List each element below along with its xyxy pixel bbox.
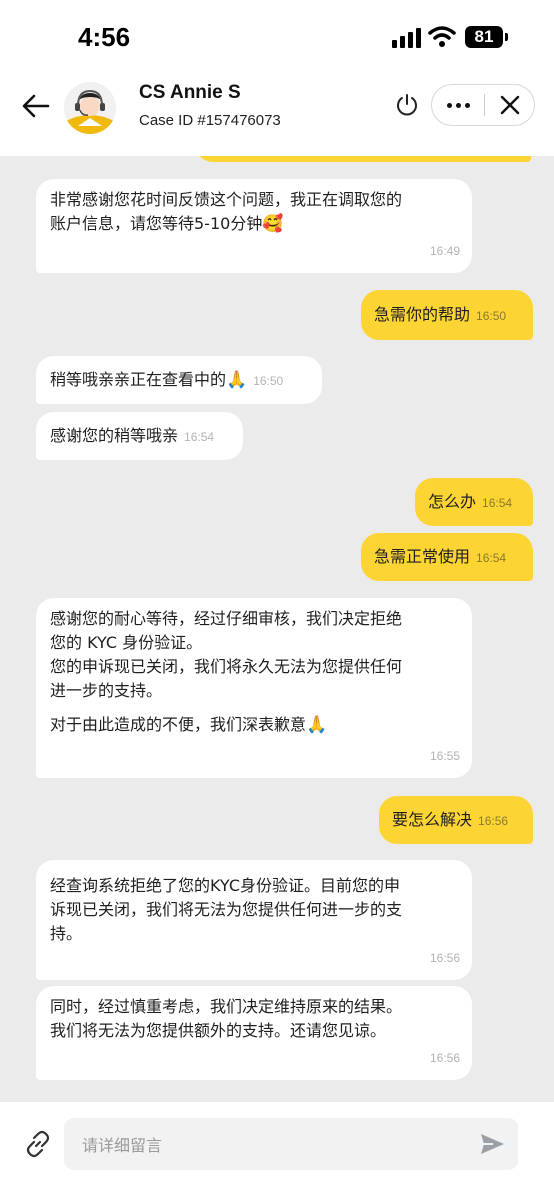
message-text: 非常感谢您花时间反馈这个问题，我正在调取您的 账户信息，请您等待5-10分钟 — [50, 190, 403, 233]
message-text: 感谢您的稍等哦亲 — [50, 426, 179, 445]
input-bar: 请详细留言 — [0, 1102, 554, 1200]
message-input[interactable]: 请详细留言 — [64, 1118, 518, 1170]
message-text: 对于由此造成的不便，我们深表歉意 — [50, 715, 307, 734]
message-text: 经查询系统拒绝了您的KYC身份验证。目前您的申 诉现已关闭，我们将无法为您提供任… — [50, 876, 403, 943]
case-id: Case ID #157476073 — [139, 112, 281, 129]
wifi-icon — [428, 26, 456, 47]
message-text: 急需你的帮助 — [374, 305, 471, 324]
smiling-face-hearts-emoji: 🥰 — [262, 214, 284, 234]
agent-message: 非常感谢您花时间反馈这个问题，我正在调取您的 账户信息，请您等待5-10分钟🥰 … — [36, 179, 472, 273]
user-message: 怎么办 16:54 — [415, 478, 533, 526]
agent-name: CS Annie S — [139, 82, 241, 103]
message-text: 怎么办 — [428, 492, 477, 511]
message-time: 16:56 — [429, 951, 460, 965]
message-time: 16:54 — [476, 551, 507, 565]
message-text: 同时，经过慎重考虑，我们决定维持原来的结果。 我们将无法为您提供额外的支持。还请… — [50, 997, 403, 1040]
message-text: 稍等哦亲亲正在查看中的 — [50, 370, 227, 389]
message-time: 16:54 — [184, 430, 215, 444]
message-time: 16:50 — [253, 374, 284, 388]
status-bar: 4:56 81 — [0, 0, 554, 72]
message-text: 急需正常使用 — [374, 547, 471, 566]
avatar — [64, 82, 116, 134]
agent-message: 感谢您的耐心等待，经过仔细审核，我们决定拒绝 您的 KYC 身份验证。 您的申诉… — [36, 598, 472, 778]
agent-avatar-icon — [64, 82, 116, 134]
back-arrow-icon[interactable] — [20, 90, 52, 122]
cellular-signal-icon — [392, 28, 422, 48]
chat-header: CS Annie S Case ID #157476073 — [0, 72, 554, 156]
message-text: 感谢您的耐心等待，经过仔细审核，我们决定拒绝 您的 KYC 身份验证。 您的申诉… — [50, 609, 403, 700]
header-actions — [431, 84, 535, 126]
folded-hands-emoji: 🙏 — [306, 715, 328, 735]
user-message: 要怎么解决 16:56 — [379, 796, 533, 844]
divider — [484, 94, 485, 116]
power-icon[interactable] — [394, 92, 420, 118]
user-message: 急需你的帮助 16:50 — [361, 290, 533, 340]
message-time: 16:50 — [476, 309, 507, 323]
agent-message: 稍等哦亲亲正在查看中的🙏 16:50 — [36, 356, 322, 404]
chat-messages[interactable]: 非常感谢您花时间反馈这个问题，我正在调取您的 账户信息，请您等待5-10分钟🥰 … — [0, 156, 554, 1102]
message-time: 16:56 — [478, 814, 509, 828]
agent-message: 感谢您的稍等哦亲 16:54 — [36, 412, 243, 460]
user-message: 急需正常使用 16:54 — [361, 533, 533, 581]
message-text: 要怎么解决 — [392, 810, 473, 829]
folded-hands-emoji: 🙏 — [226, 370, 248, 390]
close-icon[interactable] — [486, 85, 534, 125]
message-partial — [195, 156, 531, 162]
status-time: 4:56 — [78, 22, 131, 52]
message-time: 16:54 — [482, 496, 513, 510]
message-time: 16:55 — [429, 749, 460, 763]
input-placeholder: 请详细留言 — [82, 1136, 163, 1155]
agent-message: 经查询系统拒绝了您的KYC身份验证。目前您的申 诉现已关闭，我们将无法为您提供任… — [36, 860, 472, 980]
link-icon[interactable] — [22, 1128, 54, 1160]
more-icon[interactable] — [432, 85, 484, 125]
send-icon[interactable] — [478, 1130, 506, 1158]
agent-message: 同时，经过慎重考虑，我们决定维持原来的结果。 我们将无法为您提供额外的支持。还请… — [36, 986, 472, 1080]
battery-indicator: 81 — [465, 26, 508, 48]
message-time: 16:56 — [429, 1051, 460, 1065]
message-time: 16:49 — [429, 244, 460, 258]
